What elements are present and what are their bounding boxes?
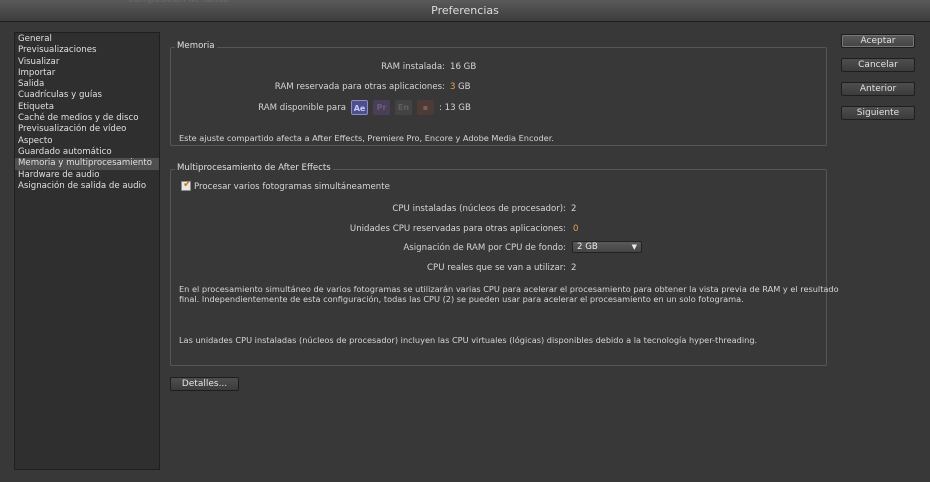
sidebar-item-cuadriculas[interactable]: Cuadrículas y guías [15, 90, 159, 101]
ram-installed-label: RAM instalada: [381, 62, 445, 72]
next-button[interactable]: Siguiente [841, 106, 915, 120]
sidebar-item-audio-hardware[interactable]: Hardware de audio [15, 170, 159, 181]
cpu-reserved-label: Unidades CPU reservadas para otras aplic… [349, 224, 566, 234]
ram-reserved-unit: GB [458, 82, 471, 92]
cancel-button[interactable]: Cancelar [841, 58, 915, 72]
after-effects-icon: Ae [351, 100, 368, 115]
cpu-used-label: CPU reales que se van a utilizar: [427, 263, 566, 273]
ram-per-cpu-selected: 2 GB [577, 242, 598, 252]
multiprocessing-group-title: Multiprocesamiento de After Effects [175, 163, 333, 173]
sidebar-item-salida[interactable]: Salida [15, 79, 159, 90]
sidebar-item-video-preview[interactable]: Previsualización de vídeo [15, 124, 159, 135]
previous-button[interactable]: Anterior [841, 82, 915, 96]
multiprocessing-group: Multiprocesamiento de After Effects ✔ Pr… [170, 163, 839, 366]
preferences-sidebar: General Previsualizaciones Visualizar Im… [14, 32, 160, 470]
preferences-window: General Previsualizaciones Visualizar Im… [0, 22, 930, 482]
sidebar-item-etiqueta[interactable]: Etiqueta [15, 102, 159, 113]
checkmark-icon: ✔ [183, 179, 192, 190]
memory-group: Memoria RAM instalada: 16 GB RAM reserva… [170, 41, 827, 146]
memory-group-title: Memoria [175, 41, 217, 51]
cpu-installed-value: 2 [571, 204, 577, 214]
multiframe-description-line1: En el procesamiento simultáneo de varios… [179, 284, 839, 294]
ram-installed-value: 16 GB [450, 62, 477, 72]
sidebar-item-general[interactable]: General [15, 34, 159, 45]
sidebar-item-memoria[interactable]: Memoria y multiprocesamiento [15, 158, 159, 170]
sidebar-item-visualizar[interactable]: Visualizar [15, 57, 159, 68]
chevron-down-icon: ▼ [631, 243, 637, 251]
premiere-pro-icon: Pr [373, 100, 390, 115]
cpu-reserved-value[interactable]: 0 [573, 224, 578, 234]
accept-button[interactable]: Aceptar [841, 34, 915, 48]
title-bar: Composición de salida Preferencias [0, 0, 930, 22]
multiframe-description-line2: final. Independientemente de esta config… [179, 294, 744, 304]
cpu-installed-label: CPU instaladas (núcleos de procesador): [392, 204, 566, 214]
ram-available-label: RAM disponible para [258, 103, 346, 113]
hyperthreading-note: Las unidades CPU instaladas (núcleos de … [179, 335, 758, 345]
window-title: Preferencias [431, 4, 499, 17]
sidebar-item-aspecto[interactable]: Aspecto [15, 136, 159, 147]
ram-available-value: : 13 GB [439, 103, 471, 113]
ram-per-cpu-label: Asignación de RAM por CPU de fondo: [403, 243, 566, 253]
sidebar-item-importar[interactable]: Importar [15, 68, 159, 79]
ram-reserved-label: RAM reservada para otras aplicaciones: [274, 82, 445, 92]
multiframe-checkbox[interactable]: ✔ [181, 179, 192, 191]
sidebar-item-cache[interactable]: Caché de medios y de disco [15, 113, 159, 124]
details-button[interactable]: Detalles... [170, 377, 239, 391]
multiframe-checkbox-label[interactable]: Procesar varios fotogramas simultáneamen… [194, 182, 390, 192]
ram-per-cpu-dropdown[interactable]: 2 GB ▼ [572, 241, 642, 253]
sidebar-item-audio-output[interactable]: Asignación de salida de audio [15, 181, 159, 192]
memory-shared-note: Este ajuste compartido afecta a After Ef… [179, 133, 554, 143]
encore-icon: En [395, 100, 412, 115]
background-window-title: Composición de salida [128, 0, 230, 5]
ram-reserved-value[interactable]: 3 [450, 82, 455, 92]
media-encoder-icon: ▪ [417, 100, 434, 115]
sidebar-item-previsualizaciones[interactable]: Previsualizaciones [15, 45, 159, 56]
sidebar-item-autosave[interactable]: Guardado automático [15, 147, 159, 158]
cpu-used-value: 2 [571, 263, 577, 273]
